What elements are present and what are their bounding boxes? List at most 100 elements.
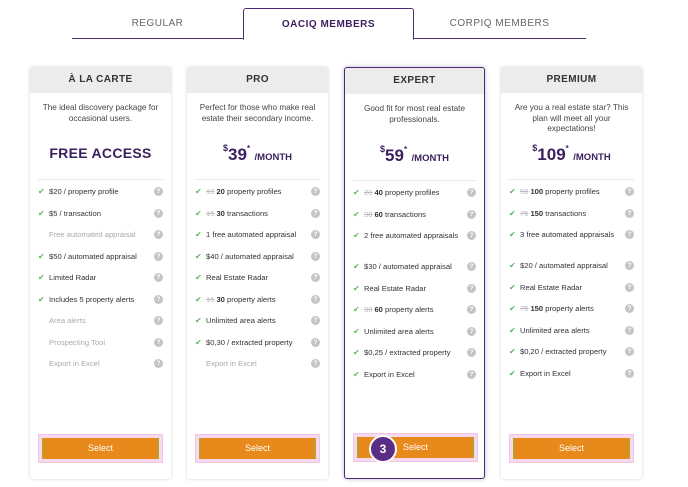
price-amount: $59* /MONTH: [380, 144, 449, 166]
help-icon[interactable]: ?: [625, 187, 634, 196]
feature-label: $0,25 / extracted property: [364, 348, 451, 357]
help-icon[interactable]: ?: [625, 304, 634, 313]
check-icon: ✔: [353, 283, 360, 293]
plan-description: The ideal discovery package for occasion…: [42, 103, 159, 123]
feature-label: property alerts: [385, 305, 434, 314]
help-icon[interactable]: ?: [311, 316, 320, 325]
help-icon[interactable]: ?: [154, 187, 163, 196]
check-icon: ✔: [195, 187, 202, 196]
check-icon: ✔: [353, 348, 360, 357]
feature-label: Unlimited area alerts: [206, 316, 276, 325]
help-icon[interactable]: ?: [625, 325, 634, 335]
help-icon[interactable]: ?: [625, 208, 634, 218]
feature-list: ✔ $20 / property profile? ✔ $5 / transactio…: [30, 183, 171, 377]
help-icon[interactable]: ?: [154, 337, 163, 347]
check-icon: ✔: [195, 208, 202, 218]
feature-item: ✔ 50 100 property profiles?: [509, 183, 634, 205]
check-icon: ✔: [195, 316, 202, 325]
help-icon[interactable]: ?: [154, 294, 163, 304]
plan-description: Are you a real estate star? This plan wi…: [514, 103, 629, 133]
help-icon[interactable]: ?: [311, 187, 320, 196]
help-icon[interactable]: ?: [311, 230, 320, 239]
help-icon[interactable]: ?: [311, 294, 320, 304]
new-quantity: 150: [530, 304, 544, 313]
select-button[interactable]: Select: [513, 438, 630, 459]
price-text: FREE ACCESS: [49, 145, 152, 161]
select-button[interactable]: Select: [42, 438, 159, 459]
check-icon: ✔: [353, 209, 360, 219]
divider: [353, 180, 476, 181]
help-icon[interactable]: ?: [625, 347, 634, 356]
help-icon[interactable]: ?: [311, 359, 320, 368]
price-value: 109: [537, 145, 566, 164]
feature-item: ✔ $0,20 / extracted property?: [509, 343, 634, 365]
help-icon[interactable]: ?: [467, 283, 476, 293]
feature-item: ✔ Export in Excel?: [509, 365, 634, 387]
select-button-highlight: Select: [38, 434, 163, 463]
price-footnote-mark: *: [565, 144, 569, 153]
plan-description: Perfect for those who make real estate t…: [199, 103, 316, 123]
check-icon: ✔: [38, 251, 45, 261]
check-icon: ✔: [509, 282, 516, 292]
feature-label: Free automated appraisal: [49, 230, 136, 239]
help-icon[interactable]: ?: [467, 209, 476, 219]
feature-item: ✔ 30 60 transactions?: [353, 206, 476, 228]
help-icon[interactable]: ?: [625, 368, 634, 378]
check-icon: ✔: [509, 368, 516, 378]
check-icon: ✔: [353, 305, 360, 314]
feature-label: 3 free automated appraisals: [520, 230, 615, 239]
feature-item: ✔ Unlimited area alerts?: [195, 312, 320, 334]
check-icon: ✔: [195, 251, 202, 261]
old-quantity: 30: [364, 305, 373, 314]
new-quantity: 60: [374, 209, 383, 219]
feature-item: ✔ Real Estate Radar?: [353, 280, 476, 302]
help-icon[interactable]: ?: [154, 251, 163, 261]
help-icon[interactable]: ?: [154, 273, 163, 282]
price-amount: $39* /MONTH: [223, 143, 292, 165]
help-icon[interactable]: ?: [311, 337, 320, 347]
tab-oaciq-members[interactable]: OACIQ MEMBERS: [243, 8, 414, 40]
help-icon[interactable]: ?: [154, 208, 163, 218]
feature-label: Unlimited area alerts: [364, 326, 434, 336]
help-icon[interactable]: ?: [625, 261, 634, 270]
feature-label: Includes 5 property alerts: [49, 294, 135, 304]
check-icon: ✔: [509, 304, 516, 313]
help-icon[interactable]: ?: [467, 305, 476, 314]
check-icon: ✔: [509, 261, 516, 270]
price-value: 59: [385, 146, 404, 165]
old-quantity: 50: [520, 187, 529, 196]
help-icon[interactable]: ?: [625, 282, 634, 292]
feature-label: $50 / automated appraisal: [49, 251, 137, 261]
help-icon[interactable]: ?: [467, 231, 476, 240]
feature-label: Real Estate Radar: [520, 282, 583, 292]
select-button[interactable]: Select: [199, 438, 316, 459]
divider: [509, 179, 634, 180]
tab-corpiq-members[interactable]: CORPIQ MEMBERS: [414, 14, 585, 39]
old-quantity: 75: [520, 208, 529, 218]
select-button-highlight: Select: [195, 434, 320, 463]
feature-label: property alerts: [227, 294, 276, 304]
help-icon[interactable]: ?: [467, 262, 476, 271]
tab-regular[interactable]: REGULAR: [72, 14, 243, 39]
feature-item: ✔ $0,25 / extracted property?: [353, 344, 476, 366]
help-icon[interactable]: ?: [311, 251, 320, 261]
check-icon: ✔: [195, 273, 202, 282]
help-icon[interactable]: ?: [467, 348, 476, 357]
check-icon: ✔: [509, 325, 516, 335]
price-period: /MONTH: [254, 152, 292, 163]
feature-label: Prospecting Tool: [49, 337, 106, 347]
help-icon[interactable]: ?: [467, 326, 476, 336]
price-amount: $109* /MONTH: [532, 143, 610, 165]
help-icon[interactable]: ?: [467, 369, 476, 379]
help-icon[interactable]: ?: [467, 188, 476, 197]
check-icon: ✔: [195, 230, 202, 239]
help-icon[interactable]: ?: [154, 316, 163, 325]
feature-list: ✔ 10 20 property profiles? ✔ 15 30 transactio…: [187, 183, 328, 377]
help-icon[interactable]: ?: [625, 230, 634, 239]
plan-card-3: EXPERT Good fit for most real estate prof…: [344, 67, 485, 479]
help-icon[interactable]: ?: [154, 230, 163, 239]
check-icon: ✔: [353, 231, 360, 240]
help-icon[interactable]: ?: [311, 208, 320, 218]
help-icon[interactable]: ?: [154, 359, 163, 368]
help-icon[interactable]: ?: [311, 273, 320, 282]
